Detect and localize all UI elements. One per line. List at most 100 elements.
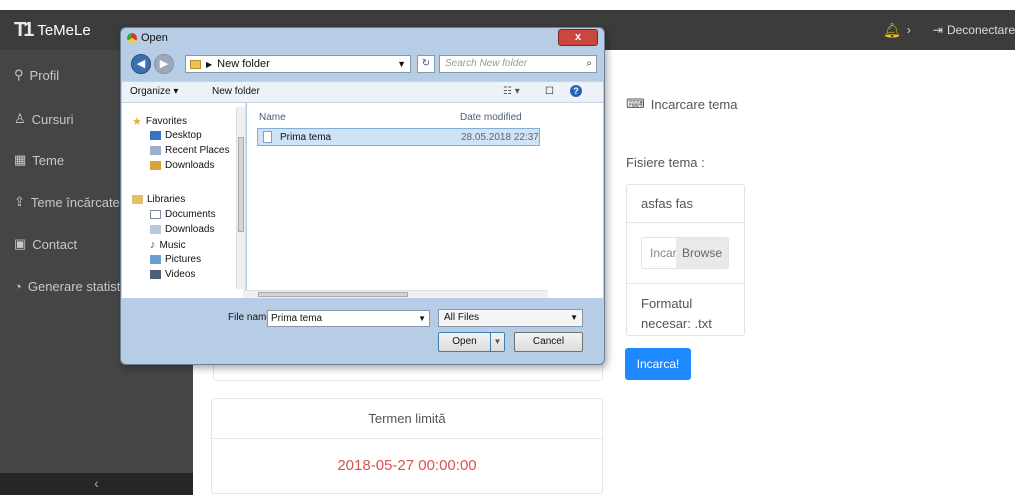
nav-videos[interactable]: Videos	[150, 269, 195, 280]
column-date-modified[interactable]: Date modified	[460, 112, 522, 123]
sidebar-item-teme-incarcate[interactable]: ⇪ Teme încărcate	[14, 194, 120, 210]
chevron-down-icon: ▼	[570, 313, 578, 322]
logout-label: Deconectare	[946, 23, 1015, 37]
dialog-toolbar: Organize ▾ New folder ☷ ▾ ☐ ?	[122, 81, 603, 103]
address-bar[interactable]: ▶ New folder ▼	[185, 55, 411, 73]
search-input[interactable]: Search New folder ⌕	[439, 55, 597, 73]
search-icon: ⌕	[586, 58, 592, 69]
sidebar-item-teme[interactable]: ▦ Teme	[14, 152, 64, 168]
files-label: Fisiere tema :	[626, 155, 705, 170]
sidebar-collapse-button[interactable]: ‹	[0, 473, 193, 495]
courses-icon: ♙	[14, 111, 26, 126]
nav-label: Videos	[165, 269, 196, 280]
forward-button[interactable]: ▶	[154, 54, 174, 74]
sidebar-item-profil[interactable]: ⚲ Profil	[14, 67, 59, 83]
address-path: New folder	[217, 58, 270, 70]
nav-scrollbar[interactable]	[236, 107, 245, 289]
chrome-icon	[127, 33, 137, 43]
star-icon: ★	[132, 116, 142, 128]
sidebar-item-contact[interactable]: ▣ Contact	[14, 236, 77, 252]
browse-button[interactable]: Browse	[676, 238, 728, 268]
upload-icon: ⇪	[14, 194, 25, 209]
nav-label: Downloads	[165, 224, 215, 235]
sidebar-item-label: Teme	[32, 152, 65, 168]
libraries-icon	[132, 195, 143, 204]
documents-icon	[150, 210, 161, 219]
open-options-dropdown[interactable]: ▼	[490, 332, 505, 352]
upload-button[interactable]: Incarca!	[625, 348, 691, 380]
file-type-select[interactable]: All Files ▼	[438, 309, 583, 327]
sidebar-item-label: Generare statistici	[27, 279, 133, 294]
chevron-down-icon[interactable]: ▼	[418, 311, 426, 326]
nav-label: Pictures	[165, 254, 202, 265]
file-row[interactable]: Prima tema 28.05.2018 22:37	[257, 128, 540, 146]
nav-label: Favorites	[145, 116, 187, 127]
file-name-input[interactable]: Prima tema ▼	[267, 310, 430, 327]
help-icon[interactable]: ?	[570, 85, 582, 97]
user-icon: ⚲	[14, 67, 24, 82]
logout-link[interactable]: ⇥ Deconectare	[933, 23, 1015, 37]
notifications-button[interactable]: 🔔︎ ›	[883, 22, 911, 39]
upload-panel-title: ⌨ Incarcare tema	[626, 96, 737, 112]
nav-lib-downloads[interactable]: Downloads	[150, 224, 214, 235]
nav-libraries[interactable]: Libraries	[132, 194, 185, 205]
nav-label: Downloads	[165, 160, 215, 171]
nav-label: Desktop	[165, 130, 202, 141]
column-name[interactable]: Name	[259, 112, 286, 123]
brand-name: TeMeLe	[37, 21, 91, 39]
preview-pane-icon[interactable]: ☐	[545, 86, 554, 97]
chevron-right-icon: ›	[906, 23, 911, 37]
horizontal-scrollbar-thumb[interactable]	[258, 292, 408, 297]
horizontal-scrollbar[interactable]	[243, 290, 548, 298]
videos-icon	[150, 270, 161, 279]
contact-icon: ▣	[14, 236, 27, 251]
chart-icon: ◔	[14, 279, 22, 294]
file-input-row: Incarca Browse	[627, 223, 744, 284]
deadline-card: Termen limită 2018-05-27 00:00:00	[211, 398, 603, 494]
nav-documents[interactable]: Documents	[150, 209, 216, 220]
files-card: asfas fas Incarca Browse Formatul necesa…	[626, 184, 745, 336]
brand[interactable]: T1 TeMeLe	[14, 10, 91, 50]
bell-icon: 🔔︎	[883, 21, 901, 38]
upload-title-label: Incarcare tema	[650, 96, 738, 112]
sidebar-item-label: Contact	[32, 236, 78, 252]
chevron-left-icon: ‹	[94, 475, 99, 491]
music-icon: ♪	[150, 239, 156, 251]
file-entry: asfas fas	[627, 185, 744, 223]
breadcrumb-chevron-icon: ▶	[206, 59, 213, 69]
nav-music[interactable]: ♪ Music	[150, 239, 186, 251]
recent-places-icon	[150, 146, 161, 155]
downloads-icon	[150, 161, 161, 170]
cancel-button[interactable]: Cancel	[514, 332, 583, 352]
downloads-icon	[150, 225, 161, 234]
logout-icon: ⇥	[932, 23, 943, 37]
sidebar-item-cursuri[interactable]: ♙ Cursuri	[14, 111, 74, 127]
sidebar-item-generare-statistici[interactable]: ◔ Generare statistici	[14, 279, 133, 294]
open-button[interactable]: Open	[438, 332, 491, 352]
refresh-button[interactable]: ↻	[417, 55, 435, 73]
address-dropdown-icon[interactable]: ▼	[397, 59, 410, 69]
search-placeholder: Search New folder	[445, 58, 528, 69]
new-folder-button[interactable]: New folder	[212, 86, 260, 97]
back-button[interactable]: ◀	[131, 54, 151, 74]
file-input-text: Incarca	[650, 246, 676, 260]
dialog-titlebar: Open	[127, 32, 168, 44]
text-file-icon	[263, 131, 272, 143]
file-name: Prima tema	[280, 132, 332, 143]
nav-desktop[interactable]: Desktop	[150, 130, 202, 141]
organize-button[interactable]: Organize ▾	[130, 86, 178, 97]
folder-icon	[190, 59, 201, 69]
dialog-close-button[interactable]: x	[558, 29, 598, 46]
nav-scrollbar-thumb[interactable]	[238, 137, 244, 232]
nav-pictures[interactable]: Pictures	[150, 254, 201, 265]
sidebar-item-label: Cursuri	[31, 111, 74, 127]
view-options-icon[interactable]: ☷ ▾	[503, 86, 520, 97]
file-list-pane: Name Date modified Prima tema 28.05.2018…	[247, 103, 603, 298]
nav-downloads[interactable]: Downloads	[150, 160, 214, 171]
nav-label: Libraries	[147, 194, 186, 205]
file-date: 28.05.2018 22:37	[461, 132, 539, 143]
file-input[interactable]: Incarca Browse	[641, 237, 729, 269]
nav-favorites[interactable]: ★ Favorites	[132, 115, 187, 128]
dialog-title: Open	[141, 32, 168, 44]
nav-recent-places[interactable]: Recent Places	[150, 145, 229, 156]
